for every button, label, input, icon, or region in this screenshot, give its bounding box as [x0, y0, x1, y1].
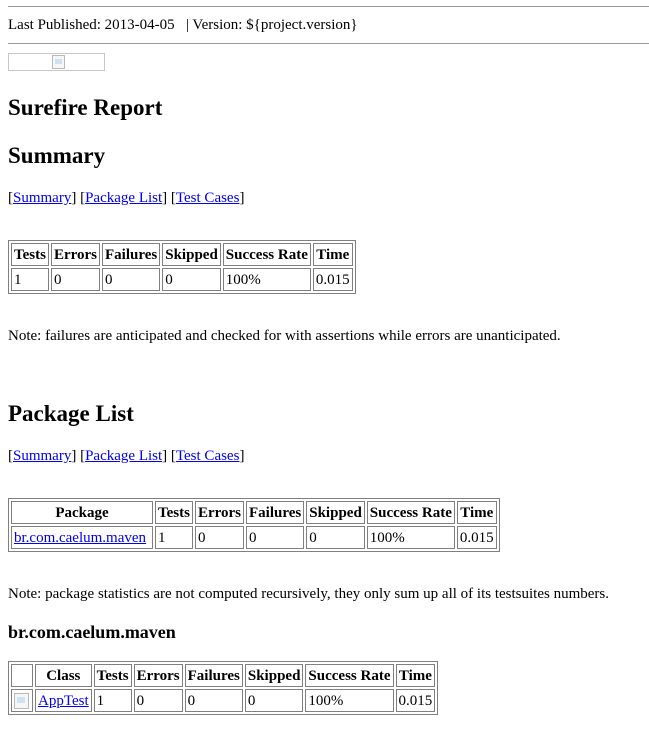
publish-banner: Last Published: 2013-04-05 | Version: ${… — [8, 16, 358, 34]
cell-success-rate: 100% — [305, 689, 394, 712]
col-success-rate: Success Rate — [222, 243, 311, 266]
cell-errors: 0 — [133, 689, 183, 712]
cell-success-rate: 100% — [366, 526, 455, 549]
col-failures: Failures — [102, 243, 161, 266]
cell-errors: 0 — [50, 268, 101, 291]
top-rule — [8, 6, 649, 7]
col-icon — [11, 664, 33, 687]
nav-package-list-link[interactable]: Package List — [85, 448, 162, 464]
cell-failures: 0 — [102, 268, 161, 291]
col-failures: Failures — [246, 501, 305, 524]
cell-tests: 1 — [155, 526, 193, 549]
col-time: Time — [456, 501, 497, 524]
bottom-rule — [8, 43, 649, 44]
logo-broken-image — [8, 53, 105, 71]
summary-table: Tests Errors Failures Skipped Success Ra… — [8, 240, 356, 294]
package-header-row: Package Tests Errors Failures Skipped Su… — [11, 501, 497, 524]
summary-heading: Summary — [8, 143, 106, 168]
col-class: Class — [35, 664, 92, 687]
nav-summary-link[interactable]: Summary — [13, 190, 71, 206]
summary-note: Note: failures are anticipated and check… — [8, 328, 561, 344]
col-errors: Errors — [133, 664, 183, 687]
col-skipped: Skipped — [244, 664, 304, 687]
class-table: Class Tests Errors Failures Skipped Succ… — [8, 661, 439, 715]
package-link[interactable]: br.com.caelum.maven — [14, 530, 146, 546]
nav-test-cases-link[interactable]: Test Cases — [176, 190, 240, 206]
package-detail-heading: br.com.caelum.maven — [8, 622, 176, 642]
class-link[interactable]: AppTest — [38, 693, 89, 709]
cell-errors: 0 — [194, 526, 245, 549]
col-success-rate: Success Rate — [366, 501, 455, 524]
cell-package: br.com.caelum.maven — [11, 526, 153, 549]
package-list-heading: Package List — [8, 401, 134, 426]
broken-image-icon — [14, 693, 29, 710]
table-row: AppTest 1 0 0 0 100% 0.015 — [11, 689, 436, 712]
cell-tests: 1 — [11, 268, 49, 291]
cell-failures: 0 — [246, 526, 305, 549]
package-note: Note: package statistics are not compute… — [8, 586, 609, 602]
cell-skipped: 0 — [162, 268, 221, 291]
summary-nav: [Summary] [Package List] [Test Cases] — [8, 190, 245, 206]
cell-time: 0.015 — [312, 268, 353, 291]
version: Version: ${project.version} — [192, 17, 358, 33]
nav-test-cases-link[interactable]: Test Cases — [176, 448, 240, 464]
table-row: br.com.caelum.maven 1 0 0 0 100% 0.015 — [11, 526, 497, 549]
col-errors: Errors — [50, 243, 101, 266]
col-errors: Errors — [194, 501, 245, 524]
class-header-row: Class Tests Errors Failures Skipped Succ… — [11, 664, 436, 687]
cell-tests: 1 — [93, 689, 132, 712]
nav-package-list-link[interactable]: Package List — [85, 190, 162, 206]
cell-skipped: 0 — [306, 526, 365, 549]
cell-icon — [11, 689, 33, 712]
table-row: 1 0 0 0 100% 0.015 — [11, 268, 353, 291]
col-tests: Tests — [93, 664, 132, 687]
cell-skipped: 0 — [244, 689, 304, 712]
package-table: Package Tests Errors Failures Skipped Su… — [8, 498, 500, 552]
col-tests: Tests — [11, 243, 49, 266]
nav-summary-link[interactable]: Summary — [13, 448, 71, 464]
col-skipped: Skipped — [306, 501, 365, 524]
col-skipped: Skipped — [162, 243, 221, 266]
col-time: Time — [395, 664, 436, 687]
package-list-nav: [Summary] [Package List] [Test Cases] — [8, 448, 245, 464]
cell-failures: 0 — [184, 689, 243, 712]
col-time: Time — [312, 243, 353, 266]
cell-success-rate: 100% — [222, 268, 311, 291]
page-title: Surefire Report — [8, 95, 163, 120]
banner-separator: | — [185, 17, 189, 33]
cell-time: 0.015 — [395, 689, 436, 712]
col-package: Package — [11, 501, 153, 524]
col-success-rate: Success Rate — [305, 664, 394, 687]
cell-class: AppTest — [35, 689, 92, 712]
col-failures: Failures — [184, 664, 243, 687]
col-tests: Tests — [155, 501, 193, 524]
last-published: Last Published: 2013-04-05 — [8, 17, 175, 33]
summary-header-row: Tests Errors Failures Skipped Success Ra… — [11, 243, 353, 266]
cell-time: 0.015 — [456, 526, 497, 549]
broken-image-icon — [52, 55, 65, 69]
